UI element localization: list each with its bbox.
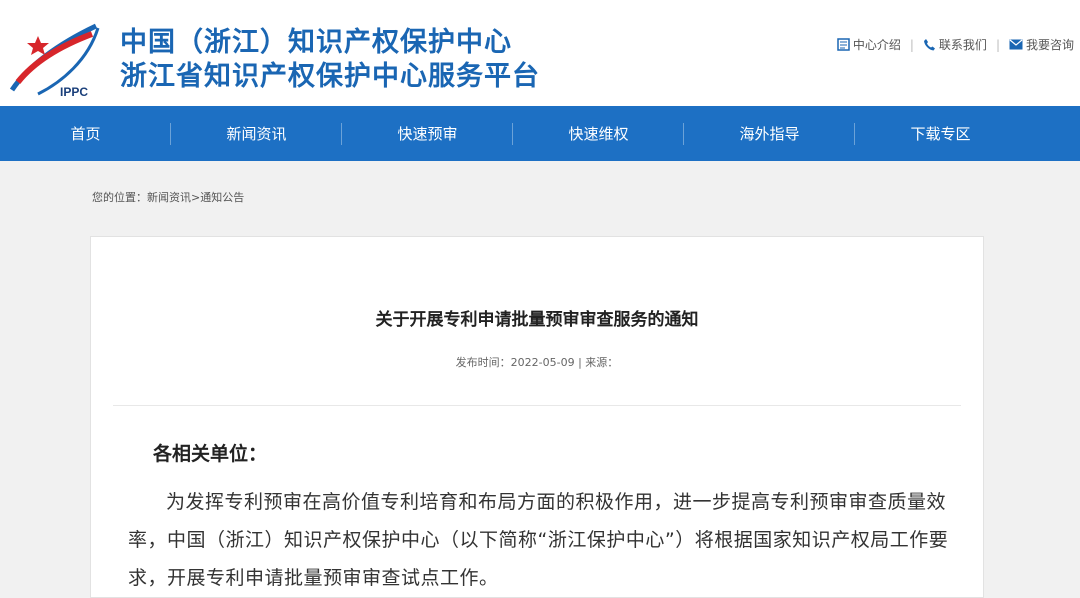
nav-item-news[interactable]: 新闻资讯 — [171, 106, 342, 161]
link-consult[interactable]: 我要咨询 — [1009, 36, 1074, 53]
breadcrumb-item-notices[interactable]: 通知公告 — [200, 191, 244, 204]
divider — [113, 405, 961, 406]
site-titles: 中国（浙江）知识产权保护中心 浙江省知识产权保护中心服务平台 — [120, 26, 540, 94]
top-links: 中心介绍 | 联系我们 | 我要咨询 — [837, 36, 1074, 53]
article-meta: 发布时间：2022-05-09 | 来源： — [455, 356, 619, 369]
logo-text: IPPC — [60, 85, 88, 98]
ippc-logo[interactable]: IPPC — [8, 16, 100, 98]
link-contact-us[interactable]: 联系我们 — [923, 36, 987, 53]
article-paragraph: 为发挥专利预审在高价值专利培育和布局方面的积极作用，进一步提高专利预审审查质量效… — [128, 491, 949, 589]
link-consult-label: 我要咨询 — [1025, 38, 1074, 52]
site-title-primary: 中国（浙江）知识产权保护中心 — [120, 27, 512, 58]
breadcrumb-prefix: 您的位置： — [92, 191, 147, 204]
article-salutation: 各相关单位： — [153, 443, 268, 465]
nav-item-overseas-guidance[interactable]: 海外指导 — [684, 106, 855, 161]
link-contact-us-label: 联系我们 — [938, 38, 987, 52]
nav-item-downloads[interactable]: 下载专区 — [855, 106, 1026, 161]
breadcrumb-separator: > — [191, 191, 201, 204]
nav-item-fast-pre-exam[interactable]: 快速预审 — [342, 106, 513, 161]
phone-icon — [923, 39, 935, 51]
main-nav: 首页 新闻资讯 快速预审 快速维权 海外指导 下载专区 — [0, 106, 1080, 161]
link-about-center[interactable]: 中心介绍 — [837, 36, 901, 53]
mail-icon — [1009, 39, 1023, 50]
site-header: IPPC 中国（浙江）知识产权保护中心 浙江省知识产权保护中心服务平台 中心介绍… — [0, 0, 1080, 106]
nav-item-home[interactable]: 首页 — [0, 106, 171, 161]
article-title: 关于开展专利申请批量预审审查服务的通知 — [375, 310, 699, 330]
site-title-secondary: 浙江省知识产权保护中心服务平台 — [120, 61, 540, 92]
nav-item-fast-rights[interactable]: 快速维权 — [513, 106, 684, 161]
breadcrumb: 您的位置：新闻资讯>通知公告 — [92, 189, 244, 205]
article-panel: 关于开展专利申请批量预审审查服务的通知 发布时间：2022-05-09 | 来源… — [90, 236, 984, 598]
separator: | — [995, 37, 1000, 52]
breadcrumb-item-news[interactable]: 新闻资讯 — [147, 191, 191, 204]
separator: | — [909, 37, 914, 52]
document-icon — [837, 38, 850, 51]
link-about-center-label: 中心介绍 — [852, 38, 901, 52]
